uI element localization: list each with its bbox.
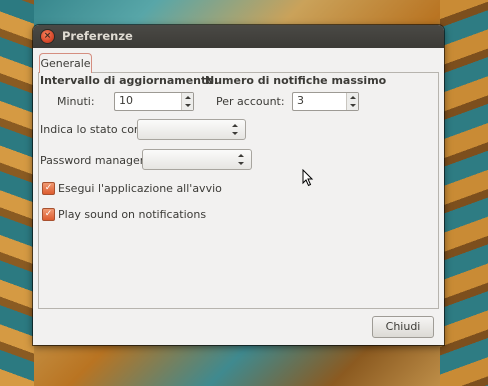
wallpaper-pattern-right bbox=[440, 0, 488, 386]
increment-arrow-icon[interactable] bbox=[185, 96, 191, 99]
autostart-label[interactable]: Esegui l'applicazione all'avvio bbox=[58, 182, 222, 195]
play-sound-checkbox[interactable]: ✓ bbox=[42, 208, 55, 221]
minutes-value: 10 bbox=[119, 94, 133, 107]
update-interval-heading: Intervallo di aggiornamento: bbox=[40, 74, 219, 87]
status-combo[interactable] bbox=[137, 119, 246, 140]
per-account-label: Per account: bbox=[216, 95, 285, 108]
decrement-arrow-icon[interactable] bbox=[185, 104, 191, 107]
mouse-pointer-icon bbox=[302, 169, 314, 187]
per-account-spinbox[interactable]: 3 bbox=[292, 92, 359, 111]
autostart-checkbox[interactable]: ✓ bbox=[42, 182, 55, 195]
tab-generale[interactable]: Generale bbox=[39, 53, 92, 73]
combo-arrows-icon bbox=[232, 124, 239, 135]
close-button[interactable]: Chiudi bbox=[372, 316, 434, 338]
per-account-stepper[interactable] bbox=[346, 93, 358, 110]
decrement-arrow-icon[interactable] bbox=[350, 104, 356, 107]
play-sound-label[interactable]: Play sound on notifications bbox=[58, 208, 206, 221]
password-manager-combo[interactable] bbox=[142, 149, 252, 170]
minutes-label: Minuti: bbox=[57, 95, 95, 108]
window-titlebar[interactable]: × Preferenze bbox=[33, 25, 444, 48]
tab-panel-generale: Intervallo di aggiornamento: Numero di n… bbox=[38, 72, 439, 309]
increment-arrow-icon[interactable] bbox=[350, 96, 356, 99]
combo-arrows-icon bbox=[238, 154, 245, 165]
max-notifications-heading: Numero di notifiche massimo bbox=[205, 74, 387, 87]
password-manager-label: Password manager: bbox=[40, 154, 148, 167]
per-account-value: 3 bbox=[297, 94, 304, 107]
preferences-window: × Preferenze Generale Intervallo di aggi… bbox=[33, 25, 444, 345]
wallpaper-pattern-left bbox=[0, 0, 34, 386]
minutes-stepper[interactable] bbox=[181, 93, 193, 110]
status-label: Indica lo stato con: bbox=[40, 123, 145, 136]
window-close-icon[interactable]: × bbox=[41, 30, 54, 43]
window-title: Preferenze bbox=[62, 29, 133, 43]
minutes-spinbox[interactable]: 10 bbox=[114, 92, 194, 111]
